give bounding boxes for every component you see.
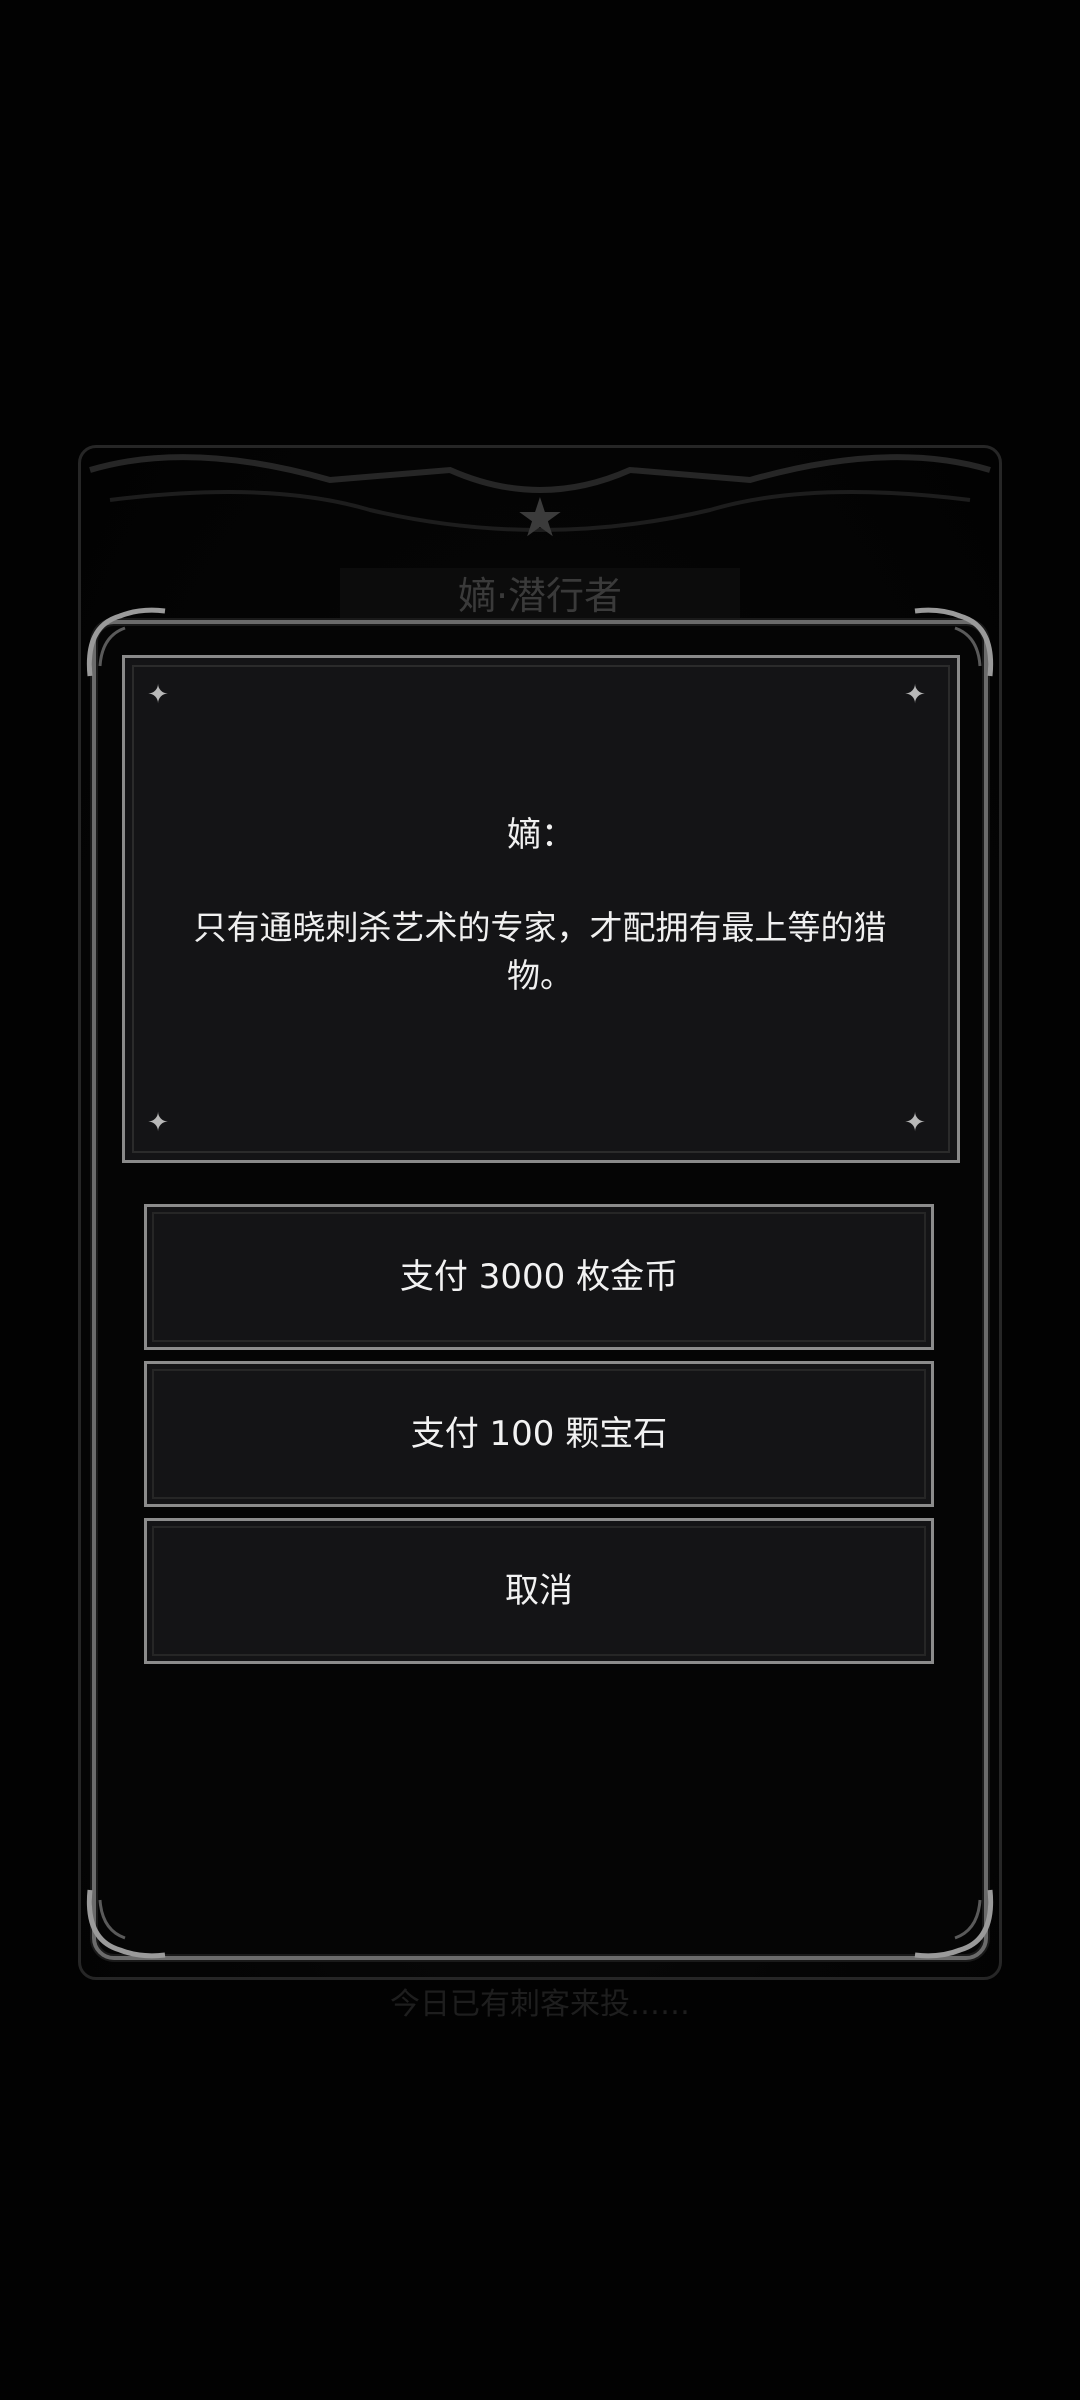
- star-icon: ★: [515, 486, 565, 549]
- background-bottom-text: 今日已有刺客来投……: [390, 1987, 690, 2022]
- game-screen: ★ 嫡·潜行者 今日已有刺客来投…… ✦ ✦ ✦ ✦ 嫡： 只有通晓刺杀艺术的专…: [0, 0, 1080, 2400]
- sparkle-icon: ✦: [147, 680, 169, 710]
- sparkle-icon: ✦: [904, 1108, 926, 1138]
- dialog-text: 只有通晓刺杀艺术的专家，才配拥有最上等的猎物。: [193, 908, 887, 995]
- pay-gems-button[interactable]: 支付 100 颗宝石: [144, 1361, 934, 1507]
- frame-corner-ornament-icon: [914, 1889, 994, 1959]
- pay-gold-button[interactable]: 支付 3000 枚金币: [144, 1204, 934, 1350]
- background-title: 嫡·潜行者: [340, 568, 740, 624]
- sparkle-icon: ✦: [904, 680, 926, 710]
- speaker-name: 嫡：: [507, 815, 575, 855]
- frame-corner-ornament-icon: [86, 1889, 166, 1959]
- sparkle-icon: ✦: [147, 1108, 169, 1138]
- cancel-button[interactable]: 取消: [144, 1518, 934, 1664]
